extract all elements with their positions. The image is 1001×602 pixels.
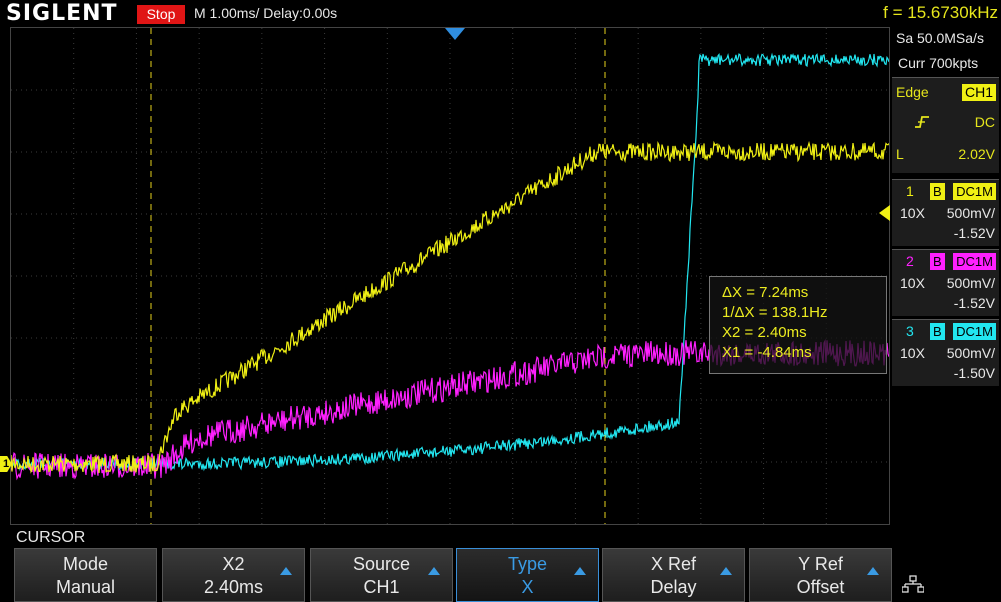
trigger-level: 2.02V [958, 146, 995, 162]
type-softkey[interactable]: Type X [456, 548, 599, 602]
trigger-position-marker[interactable] [445, 28, 465, 40]
arrow-up-icon [428, 567, 440, 575]
trigger-coupling: DC [974, 114, 995, 130]
mode-softkey[interactable]: Mode Manual [14, 548, 157, 602]
delta-x-readout: ΔX = 7.24ms [722, 284, 809, 301]
x-ref-softkey[interactable]: X Ref Delay [602, 548, 745, 602]
x2-softkey[interactable]: X2 2.40ms [162, 548, 305, 602]
inverse-delta-x-readout: 1/ΔX = 138.1Hz [722, 304, 828, 321]
x1-readout: X1 = -4.84ms [722, 344, 812, 361]
ch2-info[interactable]: 2 B DC1M 10X 500mV/ -1.52V [892, 249, 999, 316]
x2-readout: X2 = 2.40ms [722, 324, 807, 341]
memory-depth: Curr 700kpts [898, 55, 979, 71]
cursor-measurement-box: ΔX = 7.24ms 1/ΔX = 138.1Hz X2 = 2.40ms X… [709, 276, 887, 374]
ch3-trace [11, 52, 889, 472]
frequency-readout: f = 15.6730kHz [883, 3, 998, 22]
network-icon[interactable] [902, 575, 924, 593]
timebase-readout: M 1.00ms/ Delay:0.00s [194, 5, 338, 21]
sample-rate: Sa 50.0MSa/s [896, 30, 984, 46]
y-ref-softkey[interactable]: Y Ref Offset [749, 548, 892, 602]
right-info-panel: Sa 50.0MSa/s Curr 700kpts Edge CH1 DC L … [892, 27, 1001, 525]
menu-title: CURSOR [16, 529, 86, 546]
ch3-info[interactable]: 3 B DC1M 10X 500mV/ -1.50V [892, 319, 999, 386]
softkey-menu: Mode Manual X2 2.40ms Source CH1 Type X … [0, 548, 1001, 602]
trigger-level-label: L [896, 146, 904, 162]
arrow-up-icon [867, 567, 879, 575]
traces [11, 52, 889, 481]
rising-edge-icon [915, 116, 929, 128]
brand-logo: SIGLENT [6, 1, 118, 26]
trigger-level-marker[interactable] [879, 205, 890, 221]
run-state-badge[interactable]: Stop [137, 5, 185, 24]
ch1-info[interactable]: 1 B DC1M 10X 500mV/ -1.52V [892, 179, 999, 246]
trigger-panel[interactable]: Edge CH1 DC L 2.02V [892, 77, 999, 173]
arrow-up-icon [574, 567, 586, 575]
arrow-up-icon [720, 567, 732, 575]
top-status-bar: SIGLENT Stop M 1.00ms/ Delay:0.00s f = 1… [0, 0, 1001, 27]
trigger-type: Edge [896, 84, 929, 100]
trigger-source: CH1 [961, 84, 996, 101]
source-softkey[interactable]: Source CH1 [310, 548, 453, 602]
arrow-up-icon [280, 567, 292, 575]
